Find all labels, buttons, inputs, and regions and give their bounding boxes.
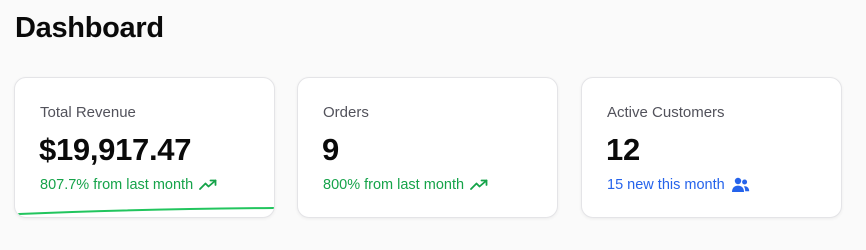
trending-up-icon xyxy=(470,179,488,191)
card-trend-text: 800% from last month xyxy=(323,177,465,193)
card-value: 9 xyxy=(322,132,339,167)
card-value: 12 xyxy=(606,132,640,167)
stat-card-orders: Orders 9 800% from last month xyxy=(297,77,558,218)
stat-card-total-revenue: Total Revenue $19,917.47 807.7% from las… xyxy=(14,77,275,218)
card-label: Active Customers xyxy=(607,104,725,121)
card-value: $19,917.47 xyxy=(39,132,192,167)
stat-card-active-customers: Active Customers 12 15 new this month xyxy=(581,77,842,218)
revenue-sparkline xyxy=(18,207,274,215)
card-new-customers-text: 15 new this month xyxy=(607,177,725,193)
card-label: Total Revenue xyxy=(40,104,136,121)
card-trend-text: 807.7% from last month xyxy=(40,177,194,193)
card-new-customers: 15 new this month xyxy=(607,176,750,194)
card-label: Orders xyxy=(323,104,369,121)
users-icon xyxy=(731,177,750,193)
page-title: Dashboard xyxy=(15,12,164,44)
card-trend: 807.7% from last month xyxy=(40,176,217,194)
card-trend: 800% from last month xyxy=(323,176,488,194)
trending-up-icon xyxy=(199,179,217,191)
